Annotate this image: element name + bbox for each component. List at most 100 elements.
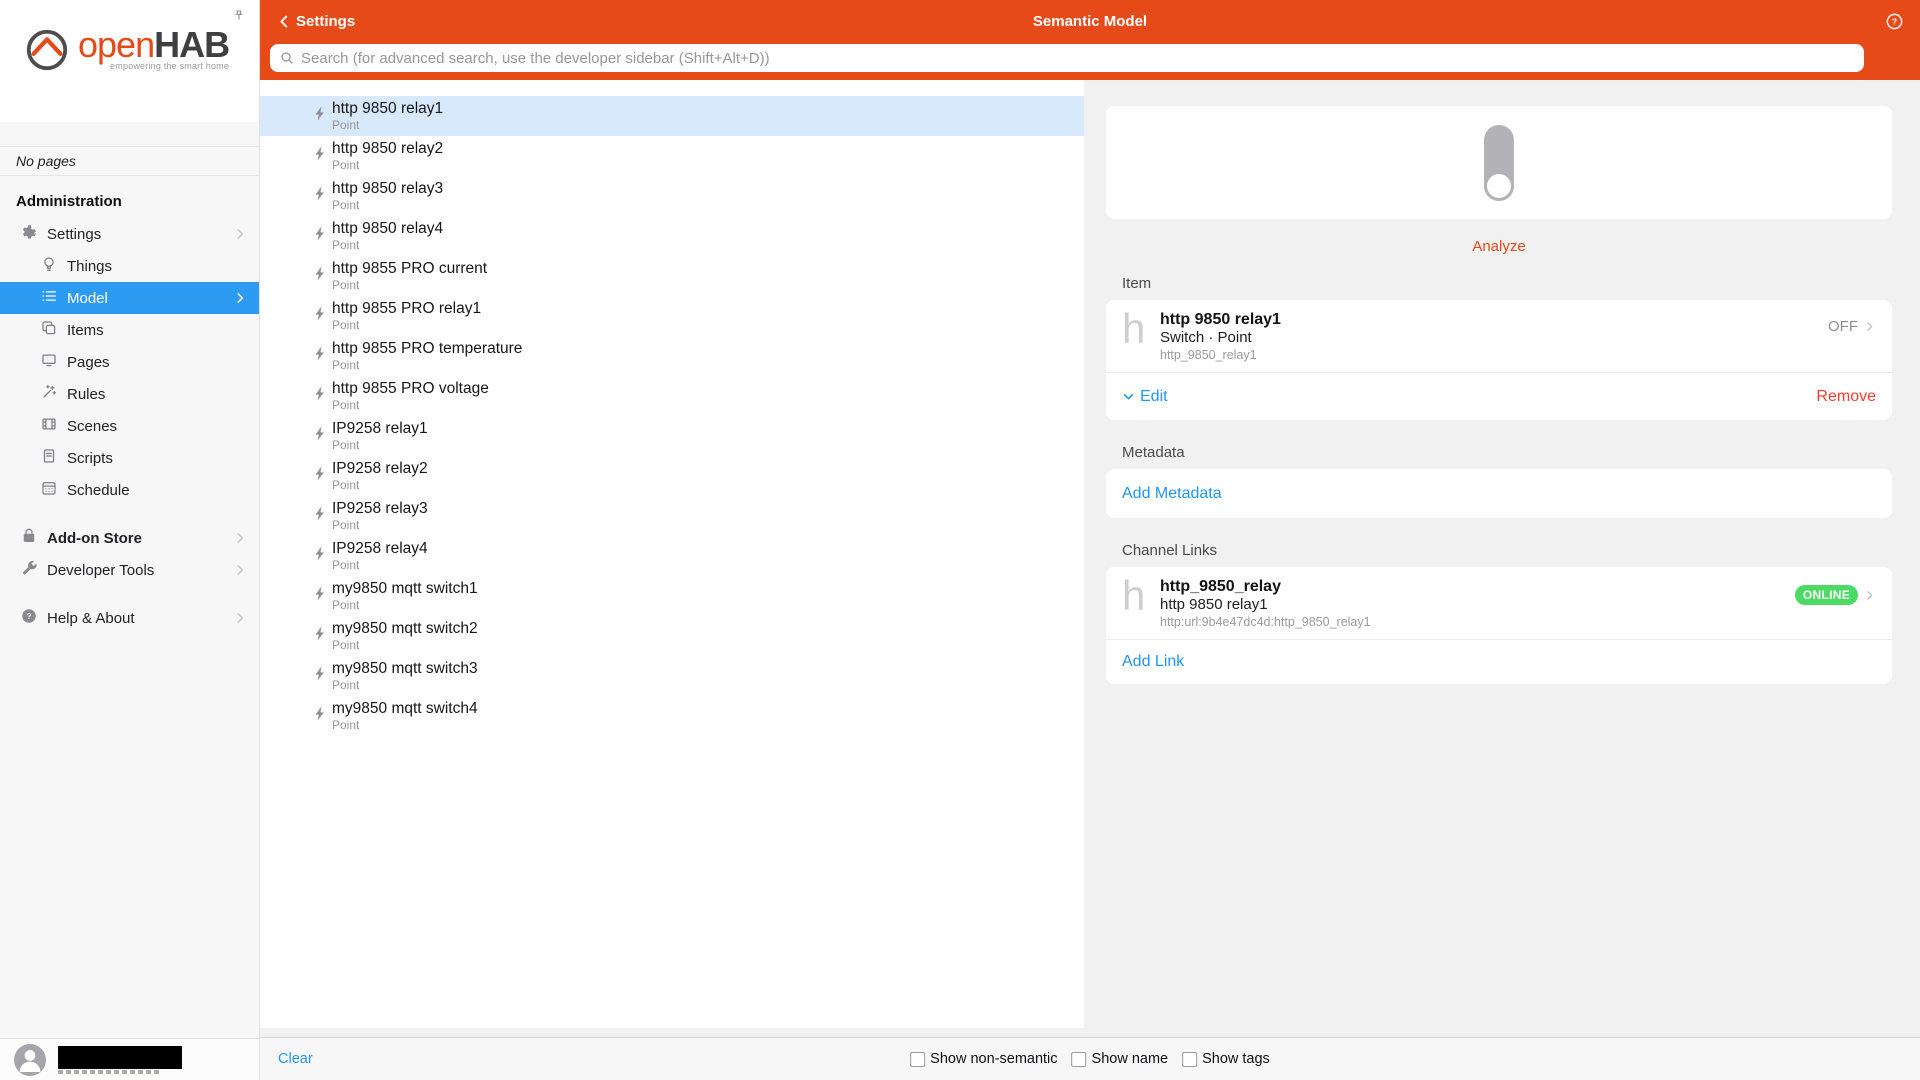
model-list-item[interactable]: http 9850 relay3 Point <box>260 176 1084 216</box>
item-control-card <box>1106 106 1892 219</box>
model-list-item[interactable]: IP9258 relay3 Point <box>260 496 1084 536</box>
navbar: Settings Semantic Model ? <box>260 0 1920 80</box>
search-input[interactable] <box>301 50 1855 67</box>
sidebar-item-help-about[interactable]: ? Help & About <box>0 602 259 634</box>
checkbox-label: Show tags <box>1202 1051 1270 1067</box>
item-type: Point <box>332 718 478 732</box>
document-icon <box>40 447 58 469</box>
model-list-item[interactable]: http 9855 PRO current Point <box>260 256 1084 296</box>
checkbox-option[interactable]: Show non-semantic <box>910 1051 1057 1067</box>
sidebar-item-schedule[interactable]: Schedule <box>0 474 259 506</box>
remove-button[interactable]: Remove <box>1816 388 1876 406</box>
item-name: IP9258 relay3 <box>332 500 428 518</box>
checkbox[interactable] <box>910 1052 925 1067</box>
bolt-icon <box>312 544 329 568</box>
sidebar-item-settings[interactable]: Settings <box>0 218 259 250</box>
sidebar-item-pages[interactable]: Pages <box>0 346 259 378</box>
brand-word: openHAB <box>78 27 229 63</box>
add-metadata-button[interactable]: Add Metadata <box>1122 485 1222 503</box>
sidebar-item-items[interactable]: Items <box>0 314 259 346</box>
sidebar-item-things[interactable]: Things <box>0 250 259 282</box>
svg-text:?: ? <box>26 612 31 621</box>
checkbox[interactable] <box>1072 1052 1087 1067</box>
bolt-icon <box>312 464 329 488</box>
model-list-item[interactable]: http 9850 relay2 Point <box>260 136 1084 176</box>
item-name: http 9855 PRO relay1 <box>332 300 481 318</box>
model-list-item[interactable]: IP9258 relay1 Point <box>260 416 1084 456</box>
item-type: Point <box>332 118 443 132</box>
clear-button[interactable]: Clear <box>278 1051 313 1067</box>
chevron-right-icon <box>233 563 247 581</box>
magic-wand-icon <box>40 383 58 405</box>
model-list-item[interactable]: my9850 mqtt switch2 Point <box>260 616 1084 656</box>
analyze-button[interactable]: Analyze <box>1106 238 1892 255</box>
no-pages-label: No pages <box>0 146 259 176</box>
item-type: Point <box>332 558 428 572</box>
help-circle-icon: ? <box>1885 12 1904 31</box>
edit-button[interactable]: Edit <box>1122 388 1168 406</box>
bolt-icon <box>312 504 329 528</box>
sidebar-item-label: Scripts <box>67 450 113 467</box>
item-type: Point <box>332 678 478 692</box>
content: http 9850 relay1 Point http 9850 relay2 … <box>260 80 1920 1037</box>
chevron-down-icon <box>1122 390 1135 403</box>
model-list-item[interactable]: my9850 mqtt switch3 Point <box>260 656 1084 696</box>
model-list-item[interactable]: http 9850 relay4 Point <box>260 216 1084 256</box>
add-link-button[interactable]: Add Link <box>1122 653 1184 671</box>
sidebar-item-developer-tools[interactable]: Developer Tools <box>0 554 259 586</box>
metadata-card: Add Metadata <box>1106 469 1892 518</box>
channel-links-section-title: Channel Links <box>1122 542 1892 559</box>
channel-item-label: http 9850 relay1 <box>1160 596 1371 614</box>
model-list-item[interactable]: IP9258 relay2 Point <box>260 456 1084 496</box>
item-name: my9850 mqtt switch2 <box>332 620 478 638</box>
toggle-switch[interactable] <box>1484 125 1514 201</box>
back-button[interactable]: Settings <box>276 13 355 30</box>
checkbox-option[interactable]: Show tags <box>1182 1051 1270 1067</box>
bolt-icon <box>312 264 329 288</box>
item-row[interactable]: h http 9850 relay1 Switch · Point http_9… <box>1106 300 1892 372</box>
pin-icon[interactable] <box>231 8 247 29</box>
item-type: Point <box>332 518 428 532</box>
item-name: http 9850 relay1 <box>1160 310 1281 329</box>
openhab-logo-icon <box>24 26 70 72</box>
svg-text:?: ? <box>1892 16 1897 26</box>
item-type: Point <box>332 398 489 412</box>
sidebar-item-model[interactable]: Model <box>0 282 259 314</box>
chevron-right-icon <box>1863 320 1876 333</box>
footer-toolbar: Clear Show non-semantic Show name Show t… <box>260 1037 1920 1080</box>
sidebar-item-addon-store[interactable]: Add-on Store <box>0 522 259 554</box>
sidebar-item-scenes[interactable]: Scenes <box>0 410 259 442</box>
semantic-model-list: http 9850 relay1 Point http 9850 relay2 … <box>260 80 1084 1028</box>
channel-link-row[interactable]: h http_9850_relay http 9850 relay1 http:… <box>1106 567 1892 639</box>
checkbox-option[interactable]: Show name <box>1072 1051 1169 1067</box>
checkbox-label: Show non-semantic <box>930 1051 1057 1067</box>
question-circle-icon: ? <box>20 607 38 629</box>
model-list-item[interactable]: http 9850 relay1 Point <box>260 96 1084 136</box>
model-list-item[interactable]: IP9258 relay4 Point <box>260 536 1084 576</box>
sidebar-item-scripts[interactable]: Scripts <box>0 442 259 474</box>
model-list-item[interactable]: http 9855 PRO voltage Point <box>260 376 1084 416</box>
display-options: Show non-semantic Show name Show tags <box>910 1051 1270 1067</box>
lightbulb-icon <box>40 255 58 277</box>
model-list-item[interactable]: http 9855 PRO temperature Point <box>260 336 1084 376</box>
item-type: Point <box>332 238 443 252</box>
partial-url-text <box>58 1070 162 1074</box>
sidebar-item-rules[interactable]: Rules <box>0 378 259 410</box>
bolt-icon <box>312 704 329 728</box>
avatar[interactable] <box>14 1044 46 1076</box>
item-name: my9850 mqtt switch4 <box>332 700 478 718</box>
checkbox[interactable] <box>1182 1052 1197 1067</box>
status-badge: ONLINE <box>1795 585 1858 605</box>
model-list-item[interactable]: http 9855 PRO relay1 Point <box>260 296 1084 336</box>
details-panel: Analyze Item h http 9850 relay1 Switch ·… <box>1084 80 1920 1037</box>
sidebar-item-label: Model <box>67 290 108 307</box>
bolt-icon <box>312 344 329 368</box>
chevron-right-icon <box>233 227 247 245</box>
search-icon <box>279 50 295 66</box>
model-list-item[interactable]: my9850 mqtt switch4 Point <box>260 696 1084 736</box>
help-button[interactable]: ? <box>1885 12 1904 31</box>
model-list-item[interactable]: my9850 mqtt switch1 Point <box>260 576 1084 616</box>
checkbox-label: Show name <box>1092 1051 1169 1067</box>
logo-area: openHAB empowering the smart home <box>0 0 259 122</box>
bolt-icon <box>312 424 329 448</box>
